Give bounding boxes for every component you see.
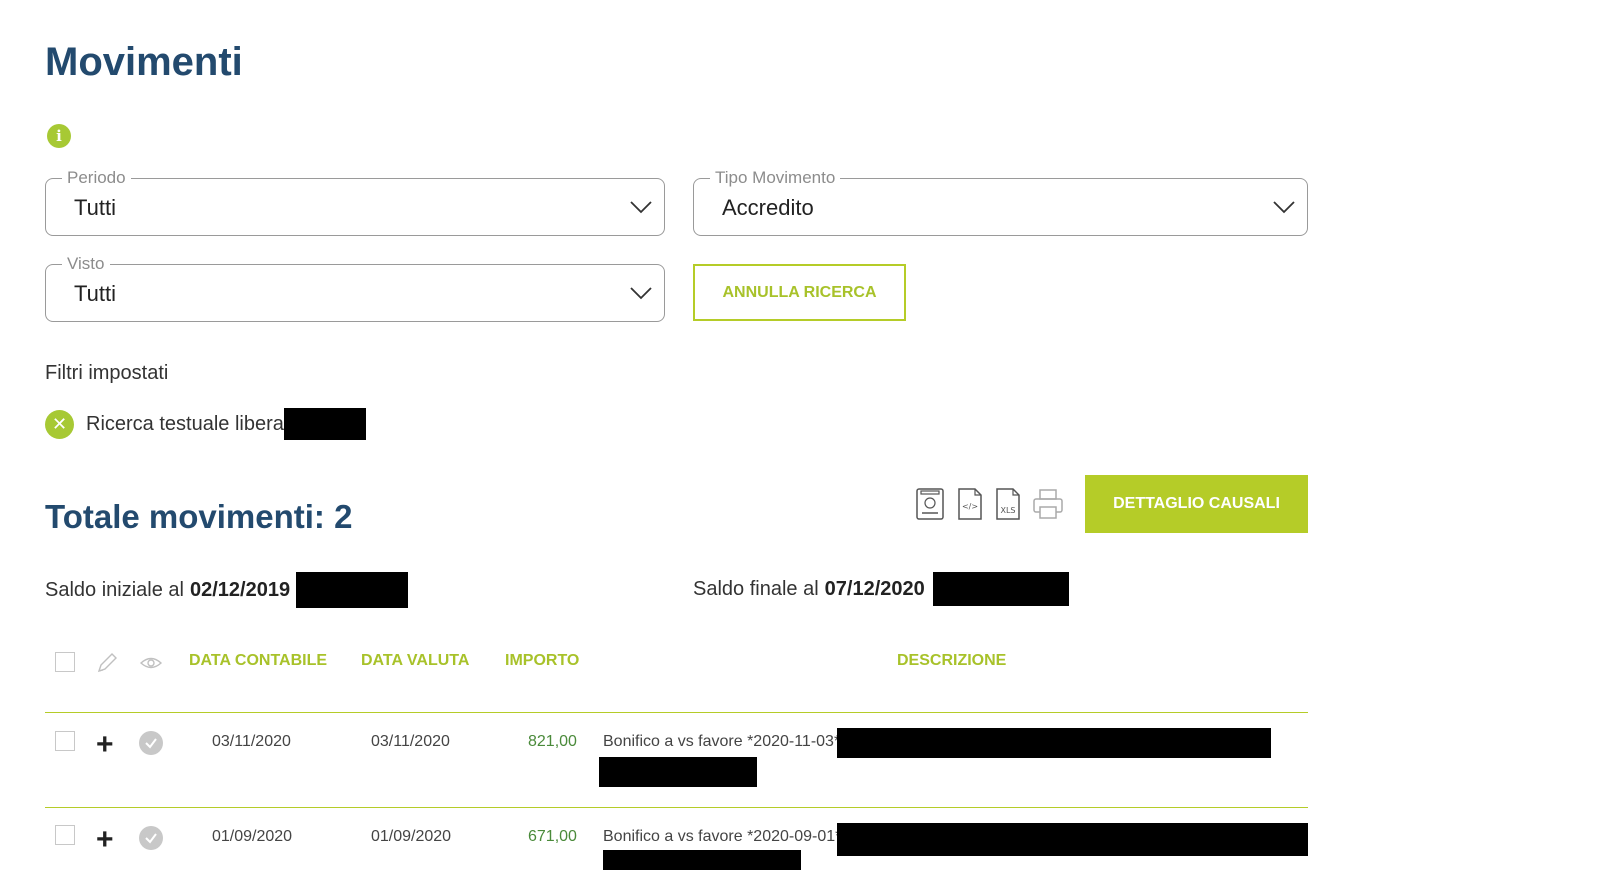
cell-data-valuta: 01/09/2020 [371,828,452,845]
redacted-block [932,572,1069,606]
info-icon[interactable]: i [47,124,71,148]
header-importo[interactable]: IMPORTO [505,652,579,670]
svg-text:</>: </> [962,502,978,511]
cell-data-contabile: 03/11/2020 [212,733,291,750]
visto-check-icon[interactable] [139,826,163,850]
filtri-impostati-label: Filtri impostati [45,362,169,384]
filter-text: Ricerca testuale libera [86,412,284,435]
saldo-finale-date: 07/12/2020 [824,577,925,600]
redacted-block [837,728,1271,758]
redacted-block [283,408,366,440]
visto-label: Visto [62,254,110,274]
cell-importo: 671,00 [528,828,577,845]
chevron-down-icon [630,201,652,214]
redacted-block [599,757,757,787]
visto-check-icon[interactable] [139,731,163,755]
redacted-block [603,850,801,870]
filter-chip: ✕ Ricerca testuale libera [45,407,366,441]
xml-file-icon[interactable]: </> [955,487,985,521]
row-divider [45,712,1308,713]
annulla-ricerca-button[interactable]: ANNULLA RICERCA [693,264,906,321]
expand-plus-icon[interactable]: + [96,730,114,760]
saldo-finale-label: Saldo finale al [693,577,819,600]
visto-select[interactable]: Visto Tutti [45,254,665,322]
visto-value: Tutti [74,281,116,306]
expand-plus-icon[interactable]: + [96,825,114,855]
xls-file-icon[interactable]: XLS [993,487,1023,521]
remove-filter-icon[interactable]: ✕ [45,409,74,439]
pdf-receipt-icon[interactable] [915,487,945,521]
dettaglio-causali-button[interactable]: DETTAGLIO CAUSALI [1085,475,1308,533]
header-data-valuta[interactable]: DATA VALUTA [361,652,469,670]
chevron-down-icon [630,287,652,300]
saldo-iniziale-label: Saldo iniziale al [45,578,184,601]
tipo-movimento-select[interactable]: Tipo Movimento Accredito [693,168,1308,236]
cell-descrizione: Bonifico a vs favore *2020-09-01* [603,828,842,845]
redacted-block [837,823,1308,856]
row-divider [45,807,1308,808]
chevron-down-icon [1273,201,1295,214]
pencil-icon [97,653,117,673]
cell-importo: 821,00 [528,733,577,750]
periodo-select[interactable]: Periodo Tutti [45,168,665,236]
periodo-label: Periodo [62,168,131,188]
saldo-iniziale: Saldo iniziale al 02/12/2019 [45,572,409,608]
row-checkbox[interactable] [55,825,75,845]
page-title: Movimenti [45,40,243,84]
cell-data-valuta: 03/11/2020 [371,733,450,750]
periodo-value: Tutti [74,195,116,220]
xls-text: XLS [1000,506,1015,515]
header-descrizione[interactable]: DESCRIZIONE [897,652,1006,670]
cell-data-contabile: 01/09/2020 [212,828,293,845]
printer-icon[interactable] [1031,487,1065,521]
tipo-movimento-value: Accredito [722,195,814,220]
totale-movimenti-title: Totale movimenti: 2 [45,498,353,535]
header-data-contabile[interactable]: DATA CONTABILE [189,652,327,670]
tipo-movimento-label: Tipo Movimento [710,168,841,188]
redacted-block [296,572,409,608]
saldo-finale: Saldo finale al 07/12/2020 [693,572,1069,606]
cell-descrizione: Bonifico a vs favore *2020-11-03* [603,733,841,750]
select-all-checkbox[interactable] [55,652,75,672]
row-checkbox[interactable] [55,731,75,751]
eye-icon [139,657,163,669]
saldo-iniziale-date: 02/12/2019 [189,578,291,601]
